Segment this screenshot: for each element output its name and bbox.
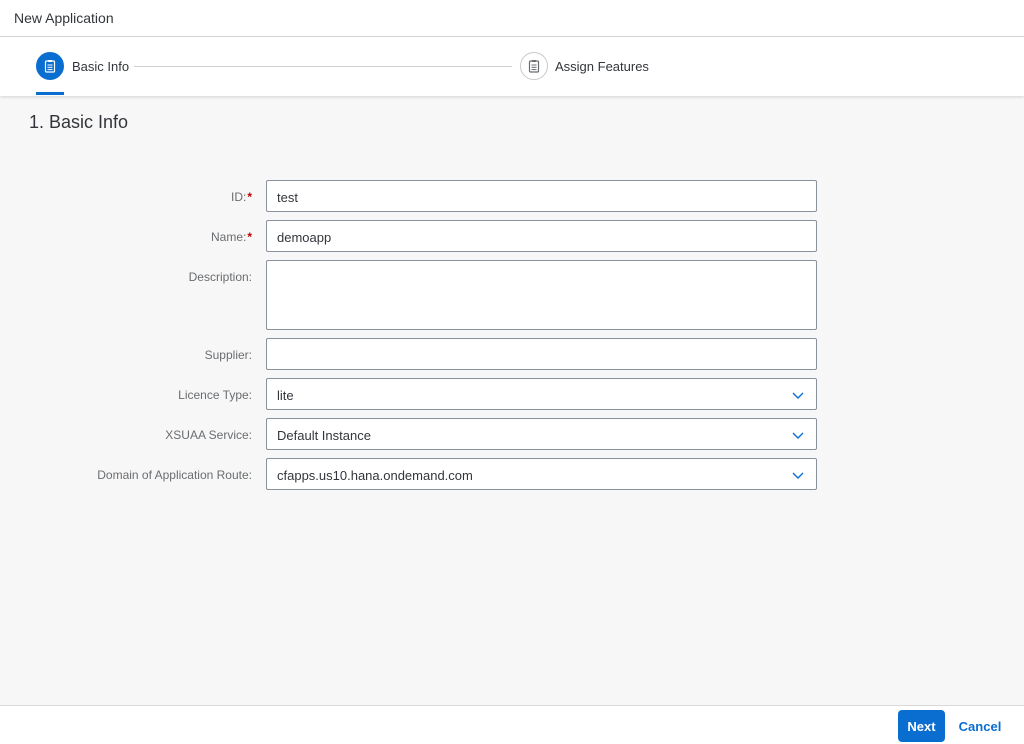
id-input[interactable]: test — [266, 180, 817, 212]
domain-route-value: cfapps.us10.hana.ondemand.com — [277, 468, 473, 483]
active-step-indicator — [36, 92, 64, 95]
name-value: demoapp — [277, 230, 331, 245]
clipboard-icon — [527, 59, 541, 73]
name-input[interactable]: demoapp — [266, 220, 817, 252]
dialog-header: New Application — [0, 0, 1024, 37]
supplier-label: Supplier: — [205, 348, 252, 362]
licence-type-value: lite — [277, 388, 294, 403]
supplier-input[interactable] — [266, 338, 817, 370]
chevron-down-icon[interactable] — [792, 390, 804, 400]
domain-route-select[interactable]: cfapps.us10.hana.ondemand.com — [266, 458, 817, 490]
xsuaa-service-value: Default Instance — [277, 428, 371, 443]
licence-type-label: Licence Type: — [178, 388, 252, 402]
domain-route-label: Domain of Application Route: — [97, 468, 252, 482]
licence-type-select[interactable]: lite — [266, 378, 817, 410]
cancel-button[interactable]: Cancel — [956, 710, 1004, 742]
dialog-footer: Next Cancel — [0, 705, 1024, 744]
section-title: 1. Basic Info — [29, 112, 128, 133]
step-assign-features-icon[interactable] — [520, 52, 548, 80]
next-button[interactable]: Next — [898, 710, 945, 742]
description-textarea[interactable] — [266, 260, 817, 330]
step-connector — [134, 66, 512, 67]
description-label: Description: — [189, 270, 252, 284]
step-basic-info-label[interactable]: Basic Info — [72, 59, 129, 74]
step-assign-features-label[interactable]: Assign Features — [555, 59, 649, 74]
chevron-down-icon[interactable] — [792, 470, 804, 480]
required-marker: * — [247, 190, 252, 204]
id-label: ID:* — [231, 190, 252, 204]
xsuaa-service-label: XSUAA Service: — [165, 428, 252, 442]
xsuaa-service-select[interactable]: Default Instance — [266, 418, 817, 450]
clipboard-icon — [43, 59, 57, 73]
step-basic-info-icon[interactable] — [36, 52, 64, 80]
wizard-progress-bar: Basic Info Assign Features — [0, 37, 1024, 96]
dialog-title: New Application — [14, 10, 114, 26]
id-value: test — [277, 190, 298, 205]
required-marker: * — [247, 230, 252, 244]
name-label: Name:* — [211, 230, 252, 244]
chevron-down-icon[interactable] — [792, 430, 804, 440]
